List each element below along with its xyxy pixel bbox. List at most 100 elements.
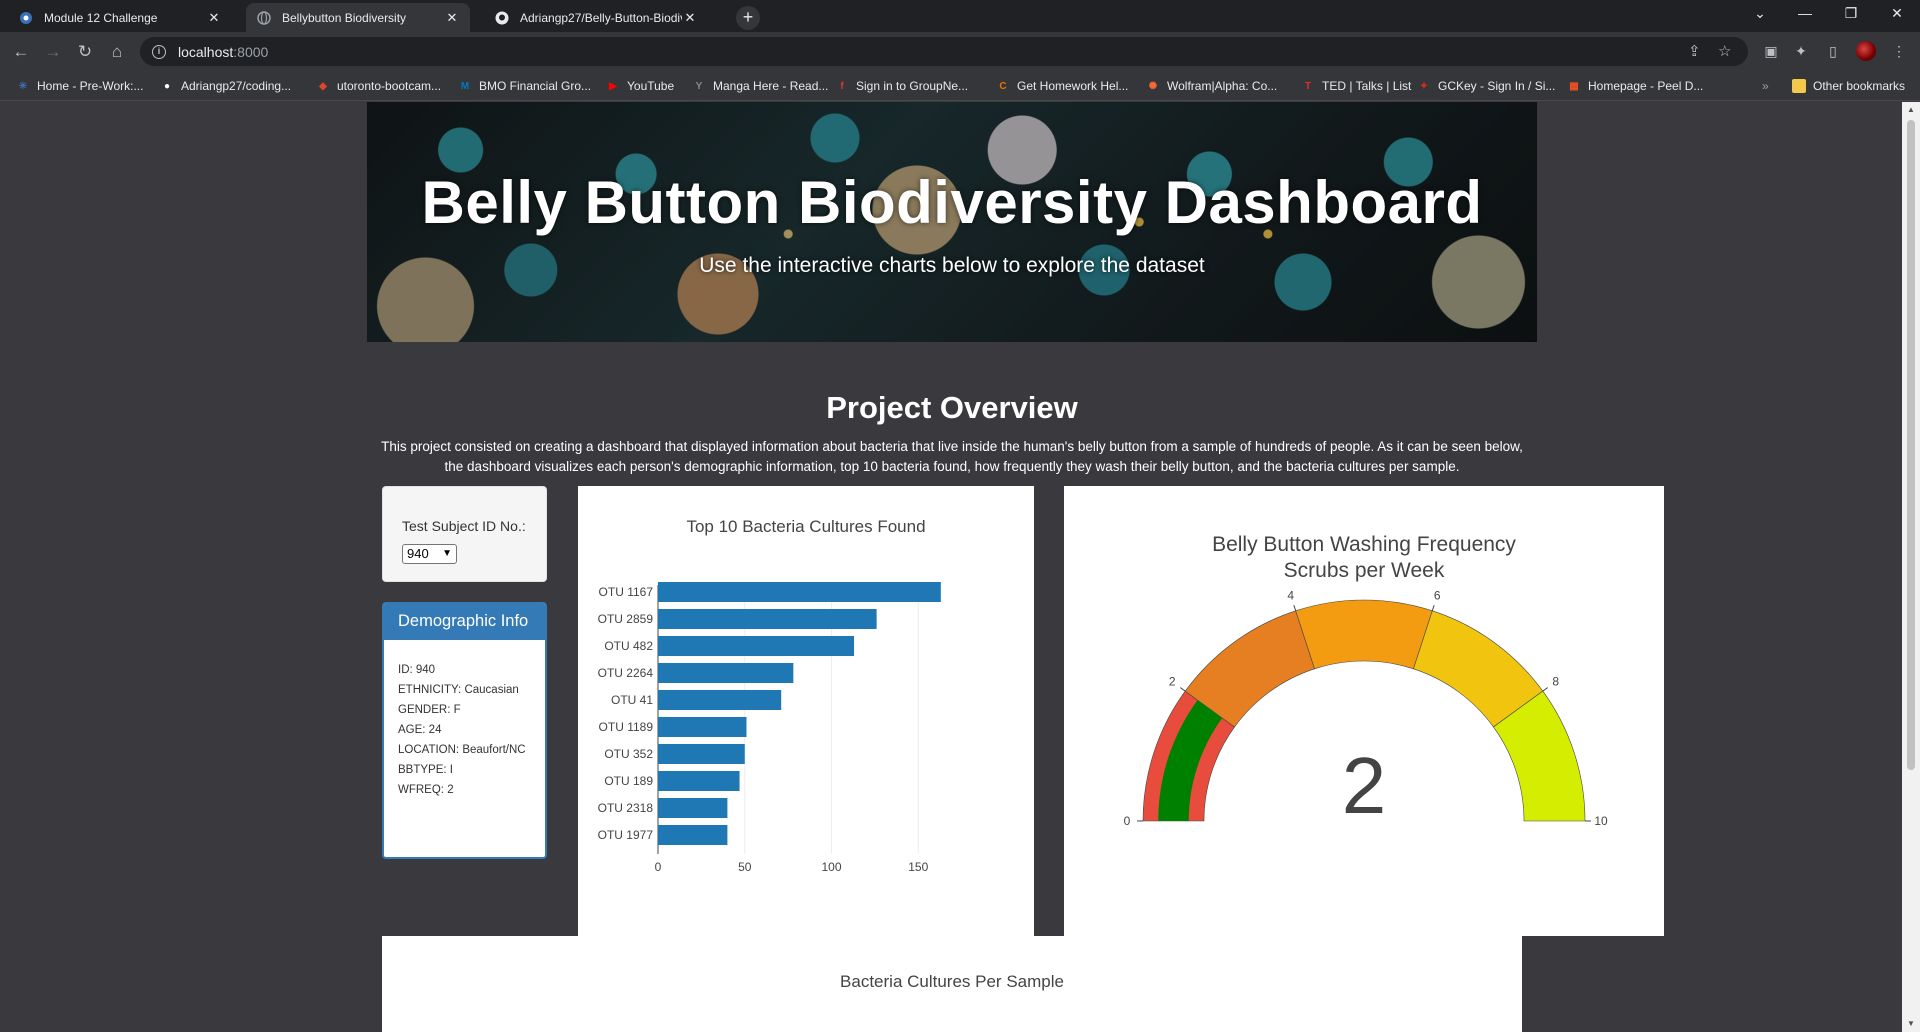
close-tab-icon[interactable]: ✕ [444,10,460,26]
bookmark-label: Manga Here - Read... [713,79,829,93]
gauge-tick-label: 2 [1169,675,1176,689]
tab-title: Bellybutton Biodiversity [282,10,407,25]
gauge-tick-label: 10 [1594,814,1608,828]
address-bar[interactable]: i localhost:8000 ⇪ ☆ [140,37,1748,66]
subject-id-value: 940 [407,546,429,561]
scroll-up-icon[interactable]: ▲ [1902,105,1920,114]
bookmark-label: Get Homework Hel... [1017,79,1129,93]
page-subtitle: Use the interactive charts below to expl… [699,254,1205,277]
bookmark-item[interactable]: M BMO Financial Gro... [458,77,591,95]
forward-icon[interactable]: → [42,41,64,63]
gitlab-icon: ◆ [319,80,327,92]
demographic-gender: GENDER: F [398,704,461,716]
bookmark-item[interactable]: T TED | Talks | List [1301,77,1411,95]
bar-chart: Top 10 Bacteria Cultures Found 0 50 100 150 O… [598,517,941,874]
bookmark-label: BMO Financial Gro... [479,79,592,93]
bookmark-item[interactable]: ✦ GCKey - Sign In / Si... [1417,77,1556,95]
extension-icon[interactable]: ▣ [1760,40,1782,62]
bookmark-item[interactable]: ◆ utoronto-bootcam... [316,77,441,95]
bookmark-item[interactable]: ✳ Home - Pre-Work:... [16,77,144,95]
subject-id-select[interactable]: 940 ▼ [402,544,457,564]
restore-icon[interactable]: ❐ [1841,5,1861,22]
tab-bellybutton[interactable]: Bellybutton Biodiversity ✕ [246,3,470,32]
bar-mark [658,798,728,818]
scroll-down-icon[interactable]: ▼ [1902,1019,1920,1028]
github-icon: ● [163,80,171,92]
bookmark-label: TED | Talks | List [1322,79,1412,93]
menu-icon[interactable]: ⋮ [1888,40,1910,62]
page-viewport: Belly Button Biodiversity Dashboard Use … [0,102,1902,1032]
tab-title: Module 12 Challenge [44,10,158,25]
demographic-bbtype: BBTYPE: I [398,764,453,776]
subject-selector-label: Test Subject ID No.: [402,518,526,534]
github-icon [494,10,510,26]
gauge-step-band [1295,599,1433,670]
overview-title: Project Overview [826,390,1078,425]
share-icon[interactable]: ⇪ [1688,42,1701,60]
bookmark-item[interactable]: ● Adriangp27/coding... [160,77,291,95]
more-bookmarks-icon[interactable]: » [1762,77,1769,95]
tab-github[interactable]: Adriangp27/Belly-Button-Biodiver ✕ [484,3,708,32]
bar-category-label: OTU 482 [604,639,653,653]
header-banner: Belly Button Biodiversity Dashboard Use … [367,102,1537,342]
scrollbar-thumb[interactable] [1907,120,1915,770]
chegg-icon: C [999,80,1007,92]
close-window-icon[interactable]: ✕ [1887,5,1907,22]
bookmark-item[interactable]: ✺ Wolfram|Alpha: Co... [1146,77,1277,95]
reload-icon[interactable]: ↻ [74,41,96,63]
demographic-age: AGE: 24 [398,724,442,736]
bookmarks-bar: ✳ Home - Pre-Work:... ● Adriangp27/coding..… [0,71,1920,101]
address-host: localhost [178,43,234,60]
gauge-tick-label: 0 [1124,814,1131,828]
page-scrollbar[interactable]: ▲ ▼ [1902,102,1920,1032]
bookmark-label: Homepage - Peel D... [1588,79,1704,93]
bar-category-label: OTU 1189 [599,720,654,734]
bubble-chart-title: Bacteria Cultures Per Sample [840,972,1064,991]
close-tab-icon[interactable]: ✕ [682,10,698,26]
close-tab-icon[interactable]: ✕ [206,10,222,26]
other-bookmarks[interactable]: Other bookmarks [1792,77,1905,95]
bookmark-label: GCKey - Sign In / Si... [1438,79,1556,93]
bar-mark [658,825,728,845]
minimize-icon[interactable]: — [1795,5,1815,21]
new-tab-button[interactable]: + [736,6,760,30]
tab-module-12[interactable]: Module 12 Challenge ✕ [8,3,232,32]
bookmark-label: Home - Pre-Work:... [37,79,144,93]
browser-tab-bar: Module 12 Challenge ✕ Bellybutton Biodiv… [0,0,1920,32]
bar-mark [658,636,855,656]
gauge-chart-card: Belly Button Washing Frequency Scrubs per… [1064,486,1664,936]
demographic-panel: Demographic Info ID: 940 ETHNICITY: Cauc… [382,602,547,859]
profile-avatar[interactable] [1856,41,1876,61]
side-panel-icon[interactable]: ▯ [1822,40,1844,62]
wolfram-icon: ✺ [1148,80,1158,92]
bar-category-label: OTU 2318 [598,801,654,815]
bar-category-label: OTU 41 [611,693,653,707]
back-icon[interactable]: ← [10,41,32,63]
home-icon[interactable]: ⌂ [106,41,128,63]
overview-text: This project consisted on creating a das… [381,439,1523,474]
demographic-body: ID: 940 ETHNICITY: Caucasian GENDER: F A… [384,640,545,796]
bookmark-item[interactable]: Y Manga Here - Read... [692,77,829,95]
bookmark-item[interactable]: ▦ Homepage - Peel D... [1567,77,1703,95]
bar-category-label: OTU 1977 [598,828,654,842]
puzzle-icon[interactable]: ✦ [1790,40,1812,62]
bookmark-item[interactable]: ▶ YouTube [606,77,674,95]
bookmark-item[interactable]: C Get Homework Hel... [996,77,1128,95]
chevron-down-icon: ▼ [442,548,452,559]
bookmark-label: utoronto-bootcam... [337,79,442,93]
gauge-tick [1431,604,1435,611]
demographic-title: Demographic Info [384,604,545,640]
bookmark-star-icon[interactable]: ☆ [1718,42,1731,60]
gauge-tick [1180,687,1186,692]
ted-icon: T [1304,80,1312,92]
youtube-icon: ▶ [609,80,617,92]
gauge-tick-label: 8 [1552,675,1559,689]
bar-category-label: OTU 352 [604,747,653,761]
bookmark-item[interactable]: f Sign in to GroupNe... [835,77,968,95]
slack-icon [18,10,34,26]
demographic-wfreq: WFREQ: 2 [398,784,454,796]
site-info-icon[interactable]: i [152,44,166,59]
bootcamp-icon: ✳ [18,80,28,92]
canada-icon: ✦ [1419,80,1429,92]
tab-search-icon[interactable]: ⌄ [1750,5,1770,22]
